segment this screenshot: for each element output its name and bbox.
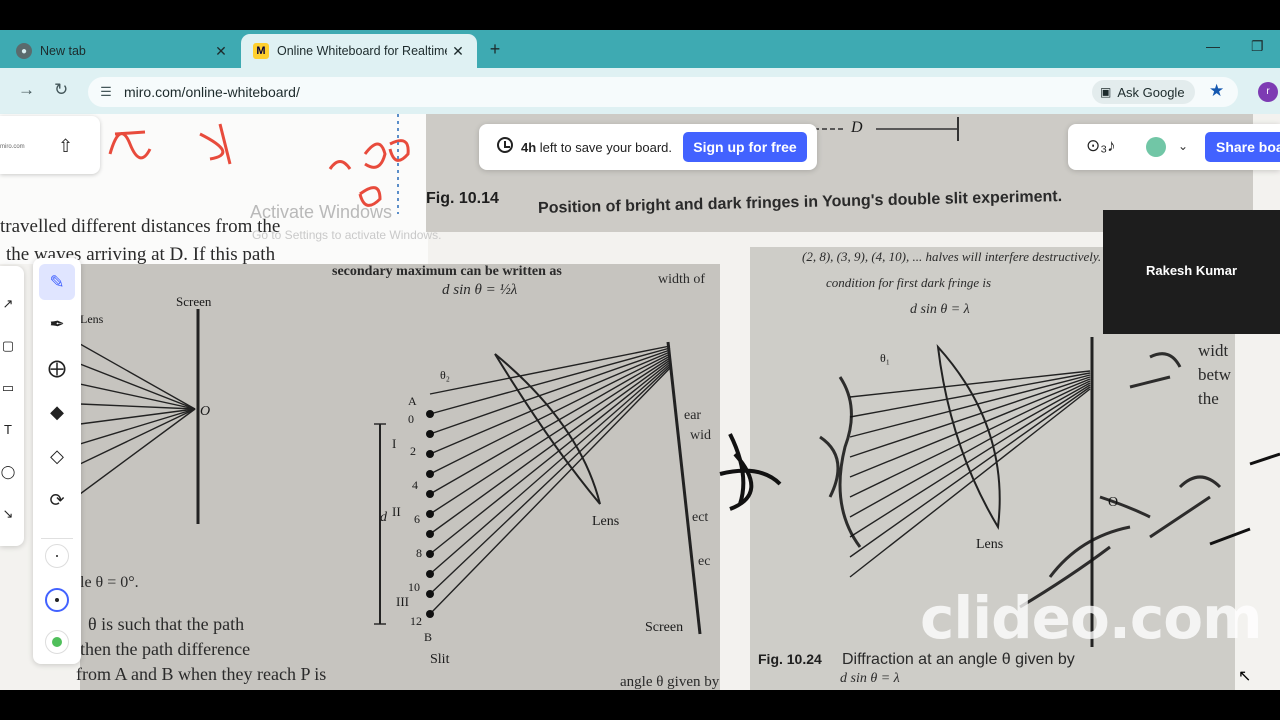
tab-miro[interactable]: M Online Whiteboard for Realtime ✕ bbox=[241, 34, 477, 68]
forward-icon[interactable]: → bbox=[18, 80, 35, 100]
mouse-cursor-icon: ↖ bbox=[1238, 668, 1252, 685]
restore-icon[interactable]: ❐ bbox=[1251, 38, 1264, 55]
time-left: 4h bbox=[521, 140, 537, 155]
pen-icon[interactable]: ✎ bbox=[39, 264, 75, 300]
frame-icon[interactable]: ▢ bbox=[0, 338, 16, 354]
distance-line bbox=[806, 117, 959, 141]
stroke-size-medium[interactable] bbox=[45, 588, 69, 612]
tab-title: Online Whiteboard for Realtime bbox=[277, 44, 447, 58]
figure-caption: Position of bright and dark fringes in Y… bbox=[537, 188, 1063, 217]
url-text[interactable]: miro.com/online-whiteboard/ bbox=[124, 84, 300, 100]
eraser-icon[interactable]: ◆ bbox=[39, 394, 75, 430]
miro-icon: M bbox=[253, 43, 269, 59]
handwriting-black-right bbox=[1209, 452, 1280, 546]
share-board-button[interactable]: Share board bbox=[1205, 132, 1280, 162]
select-icon[interactable]: ↗ bbox=[0, 296, 16, 312]
stroke-size-thin[interactable] bbox=[45, 544, 69, 568]
clock-icon bbox=[497, 137, 513, 153]
activate-windows-sub: Go to Settings to activate Windows. bbox=[252, 228, 442, 242]
whiteboard-canvas[interactable]: travelled different distances from the t… bbox=[0, 114, 1280, 690]
activate-windows-watermark: Activate Windows bbox=[250, 202, 393, 222]
handwriting-black bbox=[719, 433, 782, 511]
bookmark-star-icon[interactable]: ★ bbox=[1209, 81, 1224, 101]
book-page-middle: secondary maximum can be written as d si… bbox=[76, 264, 720, 690]
board-logo: miro.com bbox=[0, 144, 25, 150]
pen-toolbar: ✎ ✒ ⨁ ◆ ◇ ⟳ bbox=[33, 258, 81, 664]
tab-new-tab[interactable]: ● New tab ✕ bbox=[0, 34, 240, 68]
ask-google-label: Ask Google bbox=[1117, 84, 1185, 100]
new-tab-button[interactable]: + bbox=[484, 38, 506, 60]
profile-avatar[interactable]: r bbox=[1258, 82, 1278, 102]
user-avatar[interactable] bbox=[1146, 137, 1166, 157]
handwriting-red bbox=[108, 114, 410, 214]
save-banner-text: left to save your board. bbox=[536, 140, 673, 155]
lens-icon: ▣ bbox=[1100, 85, 1112, 99]
figure-number: Fig. 10.14 bbox=[426, 190, 499, 207]
toolbar-divider bbox=[41, 538, 73, 539]
video-tile: Rakesh Kumar bbox=[1103, 210, 1280, 334]
smart-drawing-icon[interactable]: ⨁ bbox=[39, 350, 75, 386]
book-line: travelled different distances from the bbox=[0, 216, 281, 237]
color-green[interactable] bbox=[45, 630, 69, 654]
close-icon[interactable]: ✕ bbox=[447, 43, 469, 60]
sticky-note-icon[interactable]: ▭ bbox=[0, 380, 16, 396]
sign-up-button[interactable]: Sign up for free bbox=[683, 132, 807, 162]
main-toolbar: ↗ ▢ ▭ T ◯ ↘ bbox=[0, 266, 24, 546]
text-icon[interactable]: T bbox=[0, 422, 16, 437]
ask-google-button[interactable]: ▣ Ask Google bbox=[1092, 80, 1195, 104]
screen: ● New tab ✕ M Online Whiteboard for Real… bbox=[0, 0, 1280, 720]
double-slit-diagram bbox=[80, 309, 702, 635]
reactions-icon[interactable]: ⊙₃♪ bbox=[1086, 136, 1116, 156]
shapes-icon[interactable]: ◯ bbox=[0, 464, 16, 480]
participant-name: Rakesh Kumar bbox=[1145, 263, 1238, 278]
site-info-icon[interactable]: ☰ bbox=[96, 82, 116, 102]
chevron-down-icon[interactable]: ⌄ bbox=[1178, 139, 1188, 153]
tab-title: New tab bbox=[40, 44, 86, 58]
eraser-area-icon[interactable]: ◇ bbox=[39, 438, 75, 474]
board-menu[interactable]: miro.com ⇧ bbox=[0, 116, 100, 174]
highlighter-icon[interactable]: ✒ bbox=[39, 306, 75, 342]
upload-icon[interactable]: ⇧ bbox=[58, 136, 73, 157]
lasso-icon[interactable]: ⟳ bbox=[39, 482, 75, 518]
clideo-watermark: clideo.com bbox=[920, 584, 1263, 652]
close-icon[interactable]: ✕ bbox=[210, 43, 232, 60]
chrome-icon: ● bbox=[16, 43, 32, 59]
reload-icon[interactable]: ↻ bbox=[54, 80, 68, 100]
connector-icon[interactable]: ↘ bbox=[0, 506, 16, 522]
minimize-icon[interactable]: — bbox=[1206, 38, 1220, 54]
